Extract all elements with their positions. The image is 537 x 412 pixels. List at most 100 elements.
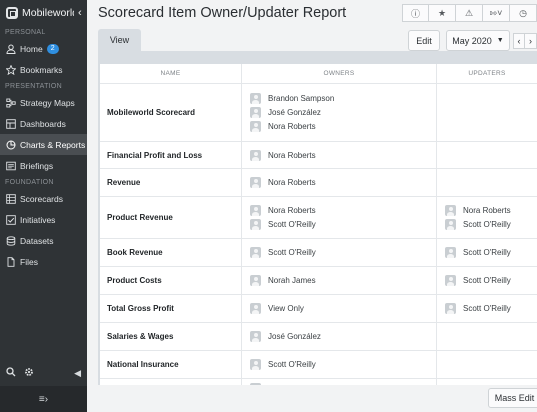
next-period-button[interactable]: ›: [525, 33, 537, 49]
edit-button[interactable]: Edit: [408, 30, 440, 51]
table-row[interactable]: Total Gross Profit View Only Scott O'Reill…: [100, 295, 537, 323]
table-header: NAME OWNERS UPDATERS: [100, 64, 537, 84]
table-row[interactable]: [100, 379, 537, 385]
updaters-cell: [436, 84, 537, 141]
gear-icon[interactable]: [24, 364, 34, 382]
person-entry[interactable]: Scott O'Reilly: [250, 247, 436, 258]
owners-cell: Scott O'Reilly: [241, 239, 436, 266]
period-selector[interactable]: May 2020 ▼: [446, 30, 510, 51]
previous-period-button[interactable]: ‹: [513, 33, 525, 49]
item-name[interactable]: Product Costs: [100, 267, 241, 294]
person-entry[interactable]: [250, 383, 436, 385]
updaters-cell: [436, 169, 537, 196]
table-row[interactable]: National Insurance Scott O'Reilly: [100, 351, 537, 379]
person-entry[interactable]: Norah James: [250, 275, 436, 286]
avatar-icon: [250, 247, 261, 258]
sidebar-item-strategy-maps[interactable]: Strategy Maps: [0, 92, 87, 113]
item-name[interactable]: Total Gross Profit: [100, 295, 241, 322]
sidebar: Mobileworld ‹ PERSONAL Home 2 Bookmarks PRES…: [0, 0, 87, 412]
table-row[interactable]: Revenue Nora Roberts: [100, 169, 537, 197]
person-entry[interactable]: View Only: [250, 303, 436, 314]
person-entry[interactable]: Nora Roberts: [250, 177, 436, 188]
avatar-icon: [445, 247, 456, 258]
alerts-button[interactable]: ⚠: [456, 4, 483, 22]
column-header-owners[interactable]: OWNERS: [241, 64, 436, 83]
main-content: Scorecard Item Owner/Updater Report ⓘ ★ …: [87, 0, 537, 412]
person-entry[interactable]: Nora Roberts: [250, 149, 436, 161]
table-row[interactable]: Financial Profit and Loss Nora Roberts: [100, 142, 537, 169]
collapse-sidebar-icon[interactable]: ‹: [78, 7, 82, 19]
mass-edit-button[interactable]: Mass Edit: [488, 388, 537, 408]
person-entry[interactable]: Nora Roberts: [250, 121, 436, 132]
sidebar-item-briefings[interactable]: Briefings: [0, 155, 87, 176]
owners-cell: View Only: [241, 295, 436, 322]
person-name: José González: [268, 332, 321, 341]
updaters-cell: Scott O'Reilly: [436, 267, 537, 294]
share-button[interactable]: ⇰˅: [483, 4, 510, 22]
sidebar-footer-menu-button[interactable]: ≡›: [0, 386, 87, 412]
notification-badge: 2: [46, 43, 59, 54]
sidebar-item-datasets[interactable]: Datasets: [0, 230, 87, 251]
person-entry[interactable]: José González: [250, 107, 436, 118]
person-entry[interactable]: Brandon Sampson: [250, 93, 436, 104]
bookmark-button[interactable]: ★: [429, 4, 456, 22]
person-entry[interactable]: Scott O'Reilly: [445, 303, 537, 314]
person-name: Nora Roberts: [268, 150, 316, 160]
owners-cell: Brandon Sampson José González Nora Roberts: [241, 84, 436, 141]
table-row[interactable]: Book Revenue Scott O'Reilly Scott O'Reilly: [100, 239, 537, 267]
column-header-updaters[interactable]: UPDATERS: [436, 64, 537, 83]
avatar-icon: [445, 303, 456, 314]
item-name[interactable]: National Insurance: [100, 351, 241, 378]
history-button[interactable]: ◷: [510, 4, 537, 22]
person-entry[interactable]: Scott O'Reilly: [445, 275, 537, 286]
person-name: Nora Roberts: [463, 206, 511, 215]
sidebar-item-scorecards[interactable]: Scorecards: [0, 188, 87, 209]
person-entry[interactable]: José González: [250, 331, 436, 342]
person-name: Scott O'Reilly: [463, 220, 511, 229]
tab-view[interactable]: View: [98, 29, 141, 51]
sidebar-item-label: Home: [20, 43, 43, 54]
sidebar-item-files[interactable]: Files: [0, 251, 87, 272]
owners-cell: Norah James: [241, 267, 436, 294]
sidebar-item-bookmarks[interactable]: Bookmarks: [0, 59, 87, 80]
person-entry[interactable]: Scott O'Reilly: [445, 247, 537, 258]
sidebar-item-dashboards[interactable]: Dashboards: [0, 113, 87, 134]
item-name[interactable]: Book Revenue: [100, 239, 241, 266]
database-icon: [5, 235, 16, 246]
item-name[interactable]: Revenue: [100, 169, 241, 196]
avatar-icon: [250, 93, 261, 104]
table-row[interactable]: Product Costs Norah James Scott O'Reilly: [100, 267, 537, 295]
menu-expand-icon: ≡›: [38, 393, 49, 405]
table-row[interactable]: Salaries & Wages José González: [100, 323, 537, 351]
column-header-name[interactable]: NAME: [100, 64, 241, 83]
table-row[interactable]: Product Revenue Nora Roberts Scott O'Reill…: [100, 197, 537, 239]
person-entry[interactable]: Scott O'Reilly: [250, 219, 436, 230]
item-name[interactable]: Financial Profit and Loss: [100, 142, 241, 168]
item-name[interactable]: [100, 379, 241, 385]
sidebar-bottom: ◀ ≡›: [0, 360, 87, 412]
sidebar-item-charts-reports[interactable]: Charts & Reports: [0, 134, 87, 155]
person-entry[interactable]: Scott O'Reilly: [250, 359, 436, 370]
item-name[interactable]: Mobileworld Scorecard: [100, 84, 241, 141]
sidebar-item-label: Strategy Maps: [20, 97, 75, 108]
sidebar-item-label: Charts & Reports: [20, 139, 86, 150]
arrow-left-icon[interactable]: ◀: [74, 368, 81, 379]
avatar-icon: [250, 121, 261, 132]
item-name[interactable]: Salaries & Wages: [100, 323, 241, 350]
sidebar-section-label: FOUNDATION: [5, 178, 54, 186]
person-entry[interactable]: Nora Roberts: [445, 205, 537, 216]
search-icon[interactable]: [6, 364, 16, 382]
briefing-icon: [5, 160, 16, 171]
person-name: Nora Roberts: [268, 178, 316, 187]
avatar-icon: [250, 149, 261, 161]
updaters-cell: Scott O'Reilly: [436, 239, 537, 266]
person-entry[interactable]: Nora Roberts: [250, 205, 436, 216]
item-name[interactable]: Product Revenue: [100, 197, 241, 238]
info-button[interactable]: ⓘ: [402, 4, 429, 22]
person-entry[interactable]: Scott O'Reilly: [445, 219, 537, 230]
map-icon: [5, 97, 16, 108]
sidebar-item-initiatives[interactable]: Initiatives: [0, 209, 87, 230]
sidebar-item-home[interactable]: Home 2: [0, 38, 87, 59]
table-row[interactable]: Mobileworld Scorecard Brandon Sampson José…: [100, 84, 537, 142]
person-name: View Only: [268, 304, 304, 313]
